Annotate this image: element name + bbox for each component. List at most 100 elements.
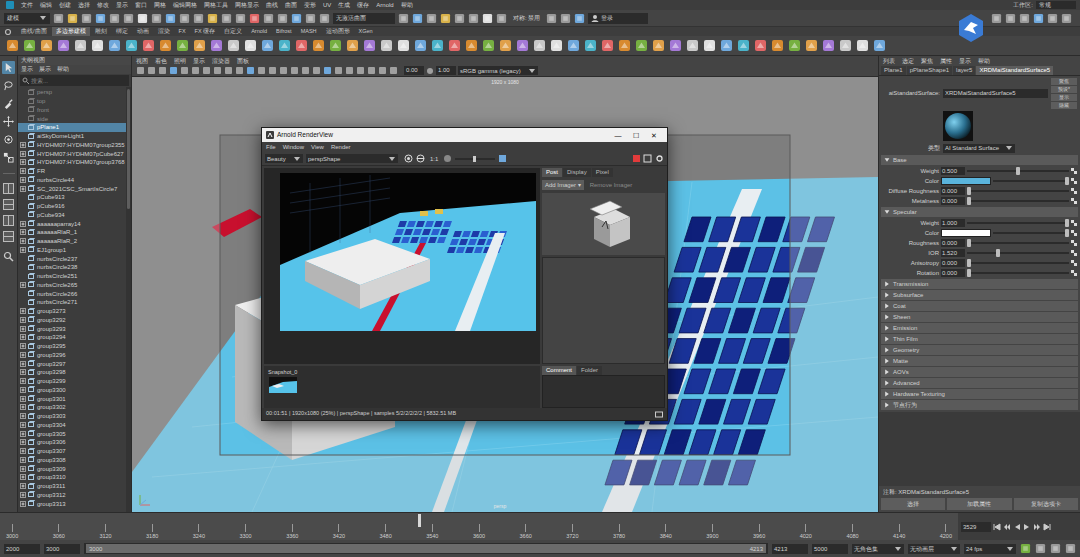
active-surface-field[interactable]: 无激活曲面	[333, 13, 395, 24]
outliner-row[interactable]: nurbsCircle237	[18, 254, 126, 263]
menu-item[interactable]: 显示	[116, 2, 128, 8]
status-tool-icon[interactable]	[319, 13, 330, 24]
outliner-row[interactable]: HYDHM07:HYDHM07pCube627	[18, 149, 126, 158]
slider-handle[interactable]	[967, 269, 971, 277]
menu-item[interactable]: 窗口	[135, 2, 147, 8]
status-tool-icon[interactable]	[440, 13, 451, 24]
render-view-menu-item[interactable]: File	[266, 144, 276, 150]
outliner-row[interactable]: group3293	[18, 324, 126, 333]
shelf-tool-icon[interactable]	[499, 39, 512, 52]
outliner-row[interactable]: group3304	[18, 421, 126, 430]
viewport-tool-icon[interactable]	[345, 66, 354, 75]
outliner-row[interactable]: group3306	[18, 438, 126, 447]
expand-icon[interactable]	[20, 457, 26, 463]
expand-icon[interactable]	[20, 431, 26, 437]
outliner-row[interactable]: pCube916	[18, 202, 126, 211]
outliner-row[interactable]: HYDHM07:HYDHM07group2355	[18, 141, 126, 150]
symmetry-label[interactable]: 对称: 禁用	[510, 15, 543, 21]
outliner-row[interactable]: group3305	[18, 429, 126, 438]
status-tool-icon[interactable]	[221, 13, 232, 24]
status-tool-icon[interactable]	[81, 13, 92, 24]
mode-select[interactable]: 建模	[4, 13, 50, 24]
outliner-row[interactable]: nurbsCircle238	[18, 263, 126, 272]
outliner-row[interactable]: nurbsCircle265	[18, 281, 126, 290]
step-forward-icon[interactable]	[1033, 523, 1041, 531]
outliner-row[interactable]: HYDHM07:HYDHM07group3768	[18, 158, 126, 167]
outliner-row[interactable]: pPlane1	[18, 123, 126, 132]
outliner-row[interactable]: group3307	[18, 447, 126, 456]
viewport-tool-icon[interactable]	[290, 66, 299, 75]
color-space-select[interactable]: sRGB gamma (legacy)	[458, 66, 538, 75]
outliner-row[interactable]: pCube913	[18, 193, 126, 202]
login-button[interactable]: 登录	[588, 13, 648, 24]
slider-handle[interactable]	[967, 187, 971, 195]
outliner-row[interactable]: SC_2021CSC_SmartIsCircle7	[18, 184, 126, 193]
status-tool-icon[interactable]	[249, 13, 260, 24]
outliner-row[interactable]: group3301	[18, 394, 126, 403]
gamma-field[interactable]: 1.00	[436, 66, 456, 75]
shelf-tab[interactable]: FX	[175, 27, 190, 36]
move-tool-icon[interactable]	[2, 115, 15, 128]
viewport-tool-icon[interactable]	[367, 66, 376, 75]
slider-handle[interactable]	[1065, 219, 1069, 227]
node-button[interactable]: 聚焦	[1051, 78, 1077, 85]
lasso-tool-icon[interactable]	[2, 79, 15, 92]
zoom-label[interactable]: 1:1	[428, 156, 440, 162]
slider-track[interactable]	[993, 177, 1069, 185]
window-control-button[interactable]: —	[609, 132, 627, 139]
paint-tool-icon[interactable]	[2, 97, 15, 110]
section-header[interactable]: Hardware Texturing	[881, 389, 1078, 399]
ipr-icon[interactable]	[643, 154, 652, 163]
expand-icon[interactable]	[20, 404, 26, 410]
go-to-end-icon[interactable]	[1043, 523, 1051, 531]
status-tool-icon[interactable]	[426, 13, 437, 24]
expand-icon[interactable]	[20, 186, 26, 192]
menu-item[interactable]: 网格	[154, 2, 166, 8]
side-tab[interactable]: Post	[542, 168, 562, 177]
render-view-menu-item[interactable]: Render	[331, 144, 351, 150]
status-tool-icon[interactable]	[235, 13, 246, 24]
gear-icon[interactable]	[4, 28, 12, 36]
panel-toggle-icon[interactable]	[1047, 13, 1058, 24]
window-control-button[interactable]: ✕	[645, 132, 663, 139]
status-tool-icon[interactable]	[546, 13, 557, 24]
snapshot-item[interactable]: Snapshot_0	[267, 369, 298, 405]
shelf-tool-icon[interactable]	[618, 39, 631, 52]
expand-icon[interactable]	[20, 238, 26, 244]
shelf-tab[interactable]: 自定义	[220, 27, 246, 36]
outliner-row[interactable]: aaaaaaRlaR_2	[18, 237, 126, 246]
map-button-icon[interactable]	[1071, 178, 1077, 184]
shelf-tool-icon[interactable]	[703, 39, 716, 52]
range-handle[interactable]: 30004213	[86, 544, 766, 553]
shelf-tool-icon[interactable]	[635, 39, 648, 52]
shelf-tab[interactable]: 运动图形	[322, 27, 354, 36]
outliner-row[interactable]: group3300	[18, 386, 126, 395]
expand-icon[interactable]	[20, 168, 26, 174]
attribute-value[interactable]: 0.000	[941, 239, 965, 247]
outliner-row[interactable]: persp	[18, 88, 126, 97]
shelf-tab[interactable]: FX 缓存	[191, 27, 220, 36]
viewport-tool-icon[interactable]	[279, 66, 288, 75]
notes-tab[interactable]: Folder	[577, 366, 602, 375]
slider-handle[interactable]	[1065, 229, 1069, 237]
step-back-icon[interactable]	[1003, 523, 1011, 531]
outliner-scrollbar[interactable]	[126, 87, 131, 512]
shelf-tab[interactable]: 曲线/曲面	[17, 27, 51, 36]
section-header[interactable]: Emission	[881, 323, 1078, 333]
attribute-value[interactable]: 0.000	[941, 187, 965, 195]
outliner-menu-item[interactable]: 显示	[21, 65, 33, 74]
shelf-tool-icon[interactable]	[567, 39, 580, 52]
animation-layer-select[interactable]: 无动画层	[908, 544, 960, 554]
menu-item[interactable]: 曲面	[285, 2, 297, 8]
slider-track[interactable]	[967, 239, 1069, 247]
shelf-tool-icon[interactable]	[312, 39, 325, 52]
panel-toggle-icon[interactable]	[1005, 13, 1016, 24]
expand-icon[interactable]	[20, 221, 26, 227]
viewport-tool-icon[interactable]	[202, 66, 211, 75]
status-tool-icon[interactable]	[496, 13, 507, 24]
expand-icon[interactable]	[20, 282, 26, 288]
attribute-tab[interactable]: layer5	[953, 66, 975, 75]
go-to-start-icon[interactable]	[993, 523, 1001, 531]
menu-item[interactable]: 帮助	[401, 2, 413, 8]
character-set-select[interactable]: 无角色集	[852, 544, 904, 554]
